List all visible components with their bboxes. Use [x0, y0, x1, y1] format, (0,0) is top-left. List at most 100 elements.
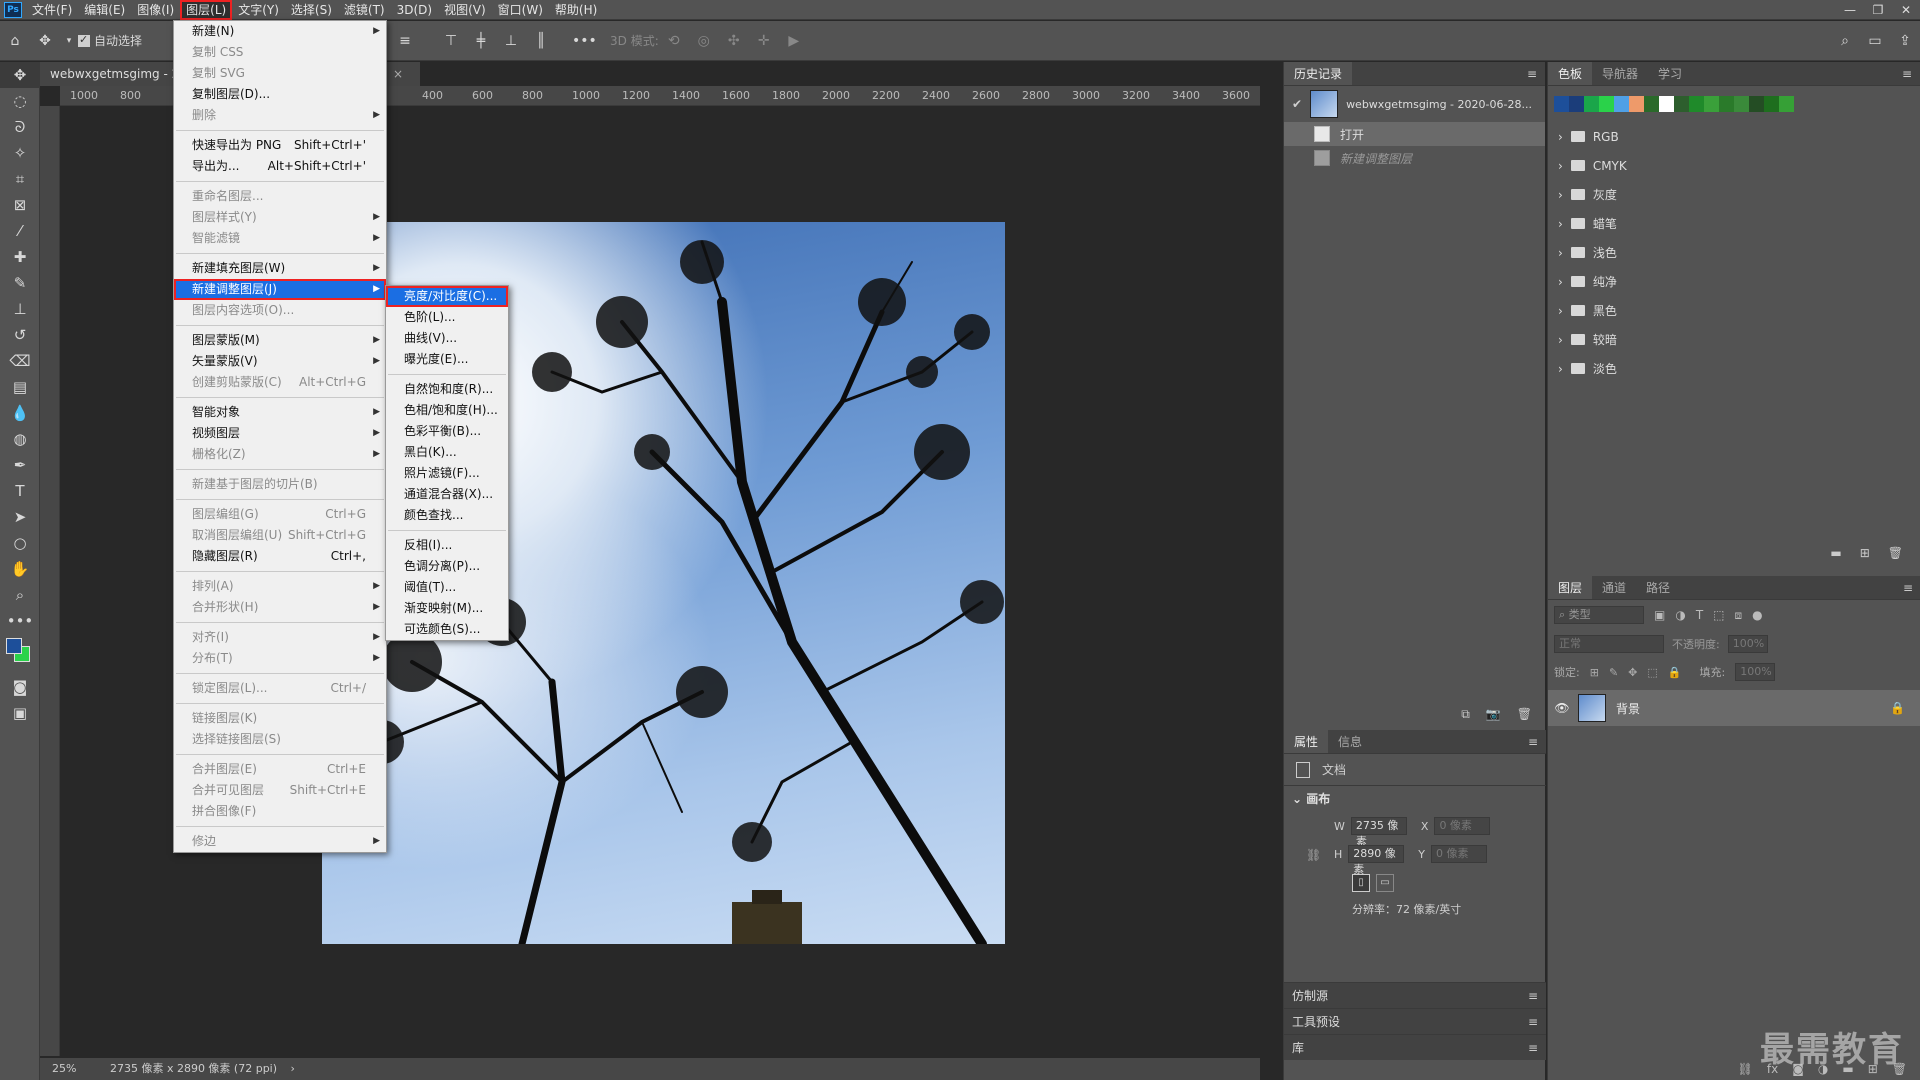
type-tool-icon[interactable]: T: [0, 478, 40, 504]
align-bottom-icon[interactable]: ⊥: [500, 30, 522, 52]
color-swatch[interactable]: [1734, 96, 1749, 112]
lock-all-icon[interactable]: 🔒: [1668, 666, 1682, 679]
new-group-folder-icon[interactable]: ▬: [1830, 546, 1841, 560]
blend-mode-select[interactable]: 正常: [1554, 635, 1664, 653]
close-tab-icon[interactable]: ×: [393, 62, 403, 86]
clone-source-panel[interactable]: 仿制源 ≡: [1284, 982, 1546, 1008]
swatch-group[interactable]: › CMYK: [1548, 151, 1920, 180]
menubar-item-7[interactable]: 3D(D): [391, 0, 438, 20]
path-select-tool-icon[interactable]: ➤: [0, 504, 40, 530]
tab-channels[interactable]: 通道: [1592, 576, 1636, 599]
color-swatch[interactable]: [1599, 96, 1614, 112]
tool-presets-panel[interactable]: 工具预设 ≡: [1284, 1008, 1546, 1034]
tab-paths[interactable]: 路径: [1636, 576, 1680, 599]
landscape-orientation-icon[interactable]: ▭: [1376, 874, 1394, 892]
menubar-item-1[interactable]: 编辑(E): [78, 0, 131, 20]
menubar-item-5[interactable]: 选择(S): [285, 0, 338, 20]
color-swatch[interactable]: [1764, 96, 1779, 112]
color-swatch[interactable]: [1779, 96, 1794, 112]
color-swatch[interactable]: [1629, 96, 1644, 112]
zoom-level[interactable]: 25%: [52, 1062, 76, 1075]
history-brush-tool-icon[interactable]: ↺: [0, 322, 40, 348]
layer-menu-item-17[interactable]: 图层蒙版(M) ▶: [174, 330, 386, 351]
panel-menu-icon[interactable]: ≡: [1519, 62, 1545, 85]
layer-menu-item-18[interactable]: 矢量蒙版(V) ▶: [174, 351, 386, 372]
lock-position-icon[interactable]: ✥: [1628, 666, 1637, 679]
layer-menu-item-22[interactable]: 视频图层 ▶: [174, 423, 386, 444]
panel-menu-icon[interactable]: ≡: [1894, 62, 1920, 85]
swatch-group[interactable]: › 纯净: [1548, 267, 1920, 296]
lock-artboard-icon[interactable]: ⬚: [1647, 666, 1657, 679]
gradient-tool-icon[interactable]: ▤: [0, 374, 40, 400]
eyedropper-tool-icon[interactable]: ⁄: [0, 218, 40, 244]
blur-tool-icon[interactable]: 💧: [0, 400, 40, 426]
layer-menu-item-7[interactable]: 导出为... Alt+Shift+Ctrl+': [174, 156, 386, 177]
brush-tool-icon[interactable]: ✎: [0, 270, 40, 296]
more-options-icon[interactable]: •••: [572, 30, 597, 52]
menubar-item-8[interactable]: 视图(V): [438, 0, 492, 20]
distribute-vertical-icon[interactable]: ║: [530, 30, 552, 52]
color-swatch[interactable]: [1749, 96, 1764, 112]
swatch-group[interactable]: › 蜡笔: [1548, 209, 1920, 238]
chevron-right-icon[interactable]: ›: [1558, 333, 1563, 347]
x-field[interactable]: 0 像素: [1434, 817, 1491, 835]
link-layers-icon[interactable]: ⛓: [1738, 1062, 1753, 1076]
tab-history[interactable]: 历史记录: [1284, 62, 1353, 85]
adjust-menu-item-5[interactable]: 自然饱和度(R)...: [386, 379, 508, 400]
eye-icon[interactable]: 👁: [1548, 701, 1576, 715]
auto-select-checkbox[interactable]: [78, 33, 90, 47]
tab-properties[interactable]: 属性: [1284, 730, 1329, 753]
color-swatch[interactable]: [1659, 96, 1674, 112]
link-icon[interactable]: ⛓: [1306, 848, 1321, 862]
y-field[interactable]: 0 像素: [1431, 845, 1488, 863]
move-tool-icon[interactable]: ✥: [34, 30, 56, 52]
layer-filter-field[interactable]: ⌕ 类型: [1554, 606, 1644, 624]
search-icon[interactable]: ⌕: [1834, 30, 1856, 52]
zoom-tool-icon[interactable]: ⌕: [0, 582, 40, 608]
chevron-right-icon[interactable]: ›: [1558, 304, 1563, 318]
swatch-group[interactable]: › 较暗: [1548, 325, 1920, 354]
workspace-icon[interactable]: ▭: [1864, 30, 1886, 52]
adjust-menu-item-9[interactable]: 照片滤镜(F)...: [386, 463, 508, 484]
layer-menu-item-21[interactable]: 智能对象 ▶: [174, 402, 386, 423]
adjust-menu-item-13[interactable]: 反相(I)...: [386, 535, 508, 556]
screen-mode-icon[interactable]: ▣: [0, 700, 40, 726]
filter-shape-icon[interactable]: ⬚: [1713, 608, 1724, 622]
minimize-icon[interactable]: —: [1836, 0, 1864, 20]
chevron-down-icon[interactable]: ▾: [64, 30, 74, 52]
share-icon[interactable]: ⇪: [1894, 30, 1916, 52]
layer-menu-item-14[interactable]: 新建调整图层(J) ▶: [174, 279, 386, 300]
chevron-right-icon[interactable]: ›: [1558, 217, 1563, 231]
frame-tool-icon[interactable]: ⊠: [0, 192, 40, 218]
align-middle-icon[interactable]: ╪: [470, 30, 492, 52]
history-row-new-adjust[interactable]: 新建调整图层: [1284, 146, 1545, 170]
dodge-tool-icon[interactable]: ◍: [0, 426, 40, 452]
height-field[interactable]: 2890 像素: [1348, 845, 1405, 876]
trash-icon[interactable]: 🗑: [1888, 546, 1903, 560]
color-swatch[interactable]: [1704, 96, 1719, 112]
layer-menu-item-0[interactable]: 新建(N) ▶: [174, 21, 386, 42]
portrait-orientation-icon[interactable]: ▯: [1352, 874, 1370, 892]
adjust-menu-item-2[interactable]: 曲线(V)...: [386, 328, 508, 349]
adjust-menu-item-16[interactable]: 渐变映射(M)...: [386, 598, 508, 619]
layer-menu-item-29[interactable]: 隐藏图层(R) Ctrl+,: [174, 546, 386, 567]
magic-wand-tool-icon[interactable]: ✧: [0, 140, 40, 166]
crop-tool-icon[interactable]: ⌗: [0, 166, 40, 192]
chevron-right-icon[interactable]: ›: [291, 1062, 295, 1075]
pen-tool-icon[interactable]: ✒: [0, 452, 40, 478]
filter-adjust-icon[interactable]: ◑: [1675, 608, 1685, 622]
adjust-menu-item-11[interactable]: 颜色查找...: [386, 505, 508, 526]
color-swatch[interactable]: [1674, 96, 1689, 112]
swatch-group[interactable]: › 淡色: [1548, 354, 1920, 383]
lock-transparent-icon[interactable]: ⊞: [1590, 666, 1599, 679]
menubar-item-0[interactable]: 文件(F): [26, 0, 78, 20]
close-icon[interactable]: ✕: [1892, 0, 1920, 20]
menubar-item-10[interactable]: 帮助(H): [549, 0, 603, 20]
adjust-menu-item-1[interactable]: 色阶(L)...: [386, 307, 508, 328]
hand-tool-icon[interactable]: ✋: [0, 556, 40, 582]
history-snapshot[interactable]: ✔ webwxgetmsgimg - 2020-06-28...: [1284, 86, 1545, 122]
menubar-item-6[interactable]: 滤镜(T): [338, 0, 391, 20]
tab-navigator[interactable]: 导航器: [1592, 62, 1648, 85]
layer-menu-item-3[interactable]: 复制图层(D)...: [174, 84, 386, 105]
move-tool-icon[interactable]: ✥: [0, 62, 40, 88]
